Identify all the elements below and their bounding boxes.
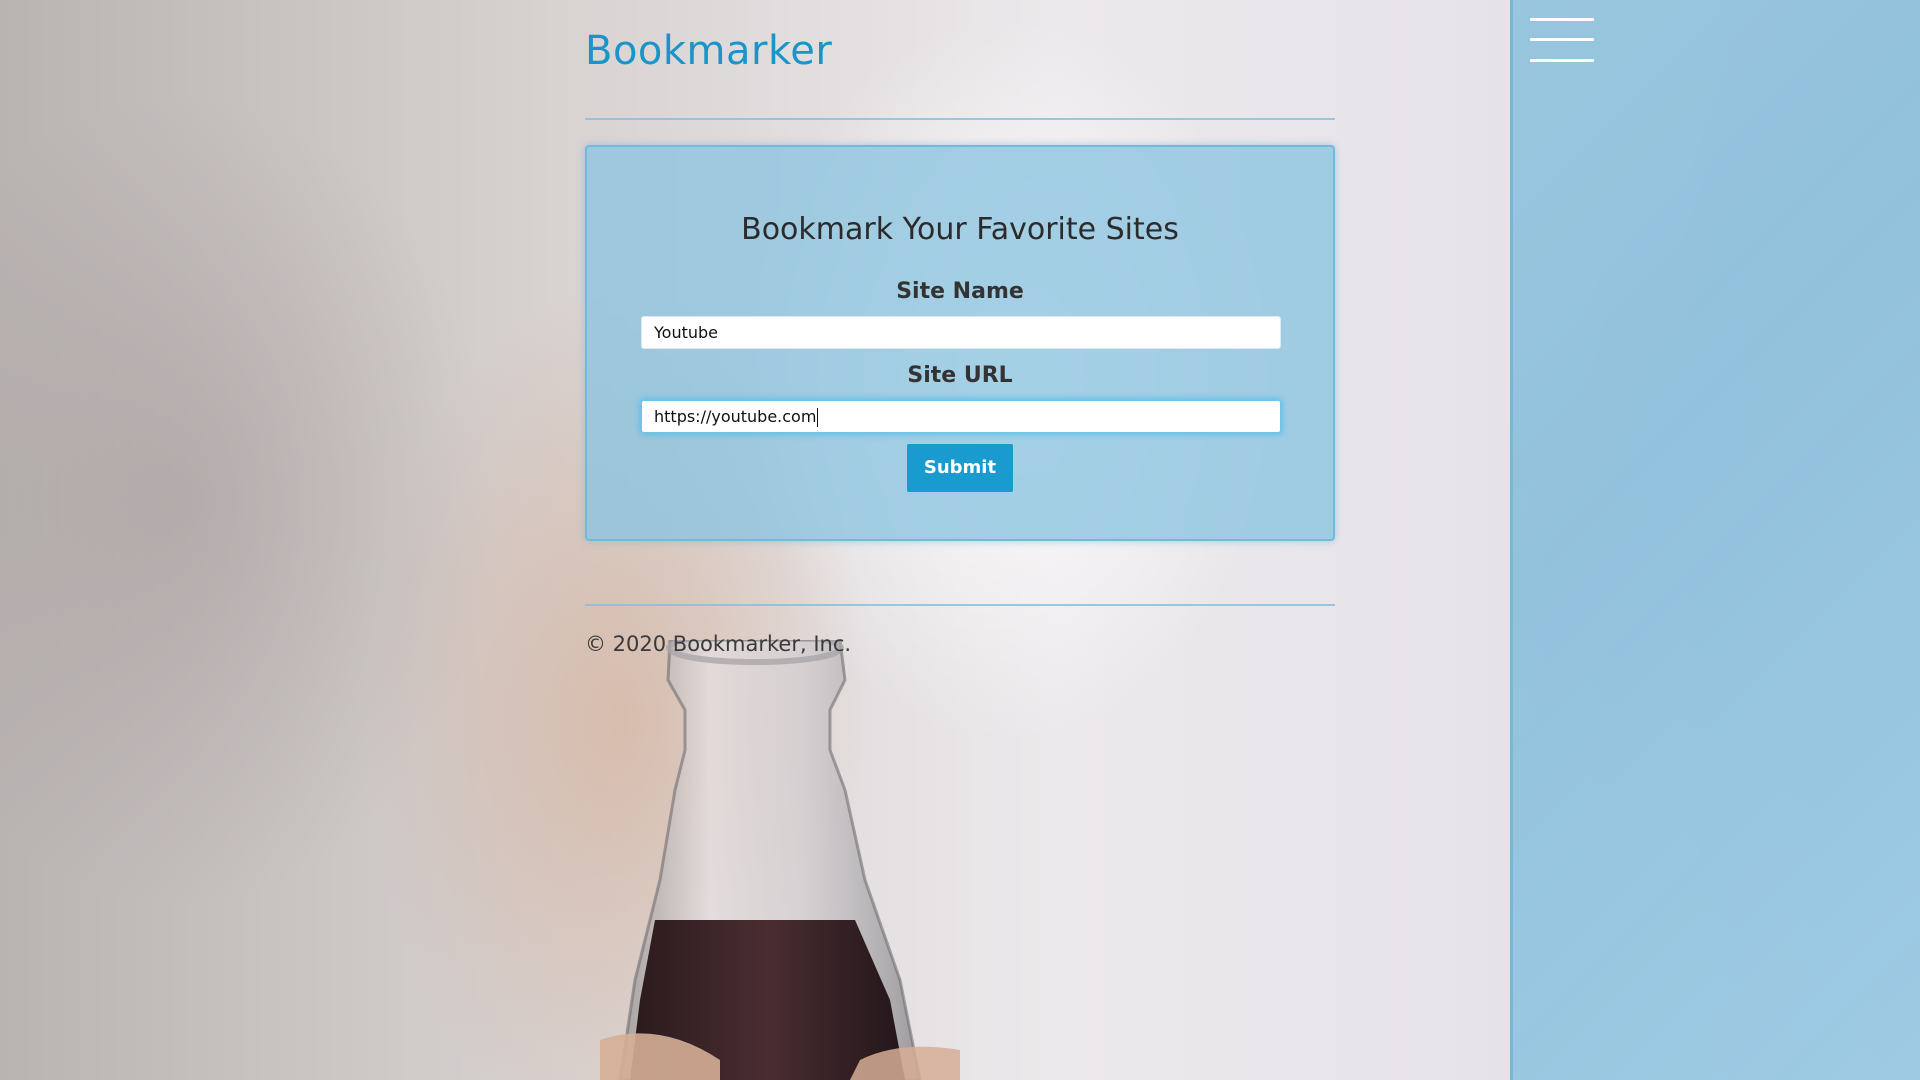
submit-button[interactable]: Submit xyxy=(907,444,1013,492)
text-caret xyxy=(817,408,819,427)
hamburger-menu-icon[interactable] xyxy=(1530,16,1594,66)
site-name-input[interactable]: Youtube xyxy=(641,316,1281,349)
menu-line-icon xyxy=(1530,18,1594,21)
header-divider xyxy=(585,118,1335,120)
sidebar-panel xyxy=(1510,0,1920,1080)
footer-divider xyxy=(585,604,1335,606)
form-heading: Bookmark Your Favorite Sites xyxy=(741,212,1179,247)
menu-line-icon xyxy=(1530,38,1594,41)
menu-line-icon xyxy=(1530,59,1594,62)
site-name-value: Youtube xyxy=(654,323,718,342)
site-url-label: Site URL xyxy=(907,363,1013,388)
footer-copyright: © 2020 Bookmarker, Inc. xyxy=(585,632,852,656)
soda-bottle-image xyxy=(600,640,960,1080)
bookmark-form-card: Bookmark Your Favorite Sites Site Name Y… xyxy=(585,145,1335,541)
site-url-input[interactable]: https://youtube.com xyxy=(641,400,1281,433)
site-name-label: Site Name xyxy=(896,279,1024,304)
app-title: Bookmarker xyxy=(585,28,833,74)
site-url-value: https://youtube.com xyxy=(654,407,817,426)
